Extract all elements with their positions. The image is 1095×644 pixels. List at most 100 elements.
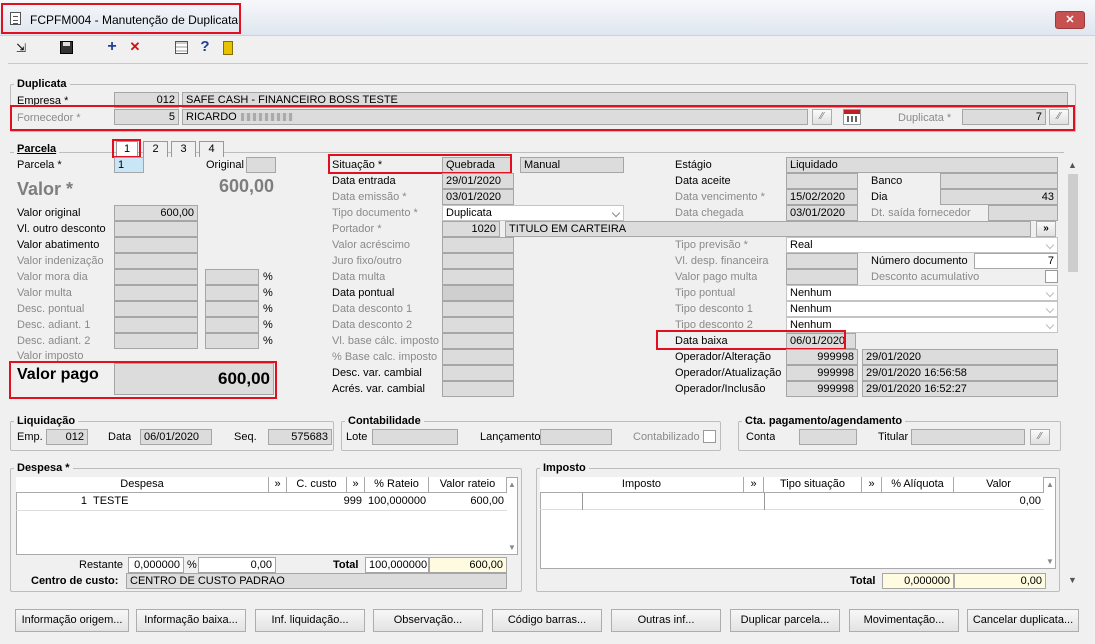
empresa-code-field[interactable]: 012 <box>114 92 179 108</box>
imposto-col-expand[interactable]: » <box>744 477 764 493</box>
tab-parcela-2[interactable]: 2 <box>143 141 168 157</box>
restante-field[interactable]: 0,000000 <box>128 557 184 573</box>
tab-parcela-3[interactable]: 3 <box>171 141 196 157</box>
despesa-col-expand[interactable]: » <box>269 477 287 493</box>
tab-parcela-4[interactable]: 4 <box>199 141 224 157</box>
tipo-documento-select[interactable]: Duplicata <box>442 205 624 221</box>
valor-multa-pct-field[interactable] <box>205 285 259 301</box>
banco-field[interactable] <box>940 173 1058 189</box>
valor-original-field[interactable]: 600,00 <box>114 205 198 221</box>
acres-var-cambial-field[interactable] <box>442 381 514 397</box>
portador-code-field[interactable]: 1020 <box>442 221 500 237</box>
scroll-thumb[interactable] <box>1068 174 1078 272</box>
desconto-acumulativo-checkbox[interactable] <box>1045 270 1058 283</box>
desc-adiant2-pct-field[interactable] <box>205 333 259 349</box>
desc-pontual-field[interactable] <box>114 301 198 317</box>
valor-indenizacao-field[interactable] <box>114 253 198 269</box>
op-atualizacao-user-field[interactable]: 999998 <box>786 365 858 381</box>
tipo-desconto2-select[interactable]: Nenhum <box>786 317 1058 333</box>
op-alteracao-user-field[interactable]: 999998 <box>786 349 858 365</box>
desc-var-cambial-field[interactable] <box>442 365 514 381</box>
despesa-total-valor[interactable]: 600,00 <box>429 557 507 573</box>
valor-mora-dia-field[interactable] <box>114 269 198 285</box>
op-alteracao-date-field[interactable]: 29/01/2020 <box>862 349 1058 365</box>
data-chegada-field[interactable]: 03/01/2020 <box>786 205 858 221</box>
portador-search-button[interactable]: » <box>1036 221 1056 237</box>
valor-pago-multa-field[interactable] <box>786 269 858 285</box>
tab-parcela-1[interactable]: 1 <box>116 141 138 157</box>
estagio-field[interactable]: Liquidado <box>786 157 1058 173</box>
table-row-num[interactable]: 1 <box>16 493 90 510</box>
parcela-number-field[interactable]: 1 <box>114 157 144 173</box>
despesa-scroll-up-icon[interactable]: ▲ <box>508 480 516 489</box>
data-entrada-field[interactable]: 29/01/2020 <box>442 173 514 189</box>
table-row-despesa[interactable]: TESTE <box>90 493 269 510</box>
pct-base-calc-field[interactable] <box>442 349 514 365</box>
observacao-button[interactable]: Observação... <box>373 609 483 632</box>
calendar-icon[interactable] <box>843 109 861 125</box>
empresa-name-field[interactable]: SAFE CASH - FINANCEIRO BOSS TESTE <box>182 92 1068 108</box>
data-emissao-field[interactable]: 03/01/2020 <box>442 189 514 205</box>
numero-documento-field[interactable]: 7 <box>974 253 1058 269</box>
juro-fixo-field[interactable] <box>442 253 514 269</box>
close-button[interactable]: ✕ <box>1055 11 1085 29</box>
liquidacao-data-field[interactable]: 06/01/2020 <box>140 429 212 445</box>
op-inclusao-date-field[interactable]: 29/01/2020 16:52:27 <box>862 381 1058 397</box>
valor-mora-dia-pct-field[interactable] <box>205 269 259 285</box>
tipo-previsao-select[interactable]: Real <box>786 237 1058 253</box>
valor-multa-field[interactable] <box>114 285 198 301</box>
cancel-icon[interactable]: ✕ <box>126 38 144 56</box>
codigo-barras-button[interactable]: Código barras... <box>492 609 602 632</box>
despesa-col-expand[interactable]: » <box>347 477 365 493</box>
portador-name-field[interactable]: TITULO EM CARTEIRA <box>505 221 1031 237</box>
despesa-total-rateio[interactable]: 100,000000 <box>365 557 429 573</box>
scroll-down-icon[interactable]: ▼ <box>1068 575 1077 585</box>
manual-field[interactable]: Manual <box>520 157 624 173</box>
data-baixa-field[interactable]: 06/01/2020 <box>786 333 856 349</box>
table-row-ccusto[interactable]: 999 <box>287 493 365 510</box>
imposto-col-valor[interactable]: Valor <box>954 477 1044 493</box>
add-icon[interactable]: + <box>103 38 121 56</box>
valor-pago-field[interactable]: 600,00 <box>114 363 274 395</box>
dia-field[interactable]: 43 <box>940 189 1058 205</box>
imposto-scroll-up-icon[interactable]: ▲ <box>1046 480 1054 489</box>
emp-field[interactable]: 012 <box>46 429 88 445</box>
imposto-col-expand[interactable]: » <box>862 477 882 493</box>
help-icon[interactable]: ? <box>196 38 214 56</box>
imposto-col-imposto[interactable]: Imposto <box>540 477 744 493</box>
contabilizado-checkbox[interactable] <box>703 430 716 443</box>
movimentacao-button[interactable]: Movimentação... <box>849 609 959 632</box>
informacao-origem-button[interactable]: Informação origem... <box>15 609 129 632</box>
despesa-scroll-down-icon[interactable]: ▼ <box>508 543 516 552</box>
tipo-desconto1-select[interactable]: Nenhum <box>786 301 1058 317</box>
op-inclusao-user-field[interactable]: 999998 <box>786 381 858 397</box>
fornecedor-code-field[interactable]: 5 <box>114 109 179 125</box>
duplicar-parcela-button[interactable]: Duplicar parcela... <box>730 609 840 632</box>
op-atualizacao-date-field[interactable]: 29/01/2020 16:56:58 <box>862 365 1058 381</box>
calculator-icon[interactable] <box>173 39 191 57</box>
desc-adiant1-pct-field[interactable] <box>205 317 259 333</box>
data-multa-field[interactable] <box>442 269 514 285</box>
seq-field[interactable]: 575683 <box>268 429 332 445</box>
exit-door-icon[interactable] <box>219 39 237 57</box>
outras-inf-button[interactable]: Outras inf... <box>611 609 721 632</box>
fornecedor-name-field[interactable]: RICARDO <box>182 109 808 125</box>
save-icon[interactable] <box>58 39 76 57</box>
imposto-row-valor[interactable]: 0,00 <box>954 493 1044 510</box>
desc-adiant2-field[interactable] <box>114 333 198 349</box>
fornecedor-search-button[interactable]: ⁄⁄ <box>812 109 832 125</box>
vl-desp-financeira-field[interactable] <box>786 253 858 269</box>
situacao-field[interactable]: Quebrada <box>442 157 512 173</box>
inf-liquidacao-button[interactable]: Inf. liquidação... <box>255 609 365 632</box>
tipo-pontual-select[interactable]: Nenhum <box>786 285 1058 301</box>
despesa-col-despesa[interactable]: Despesa <box>16 477 269 493</box>
desc-adiant1-field[interactable] <box>114 317 198 333</box>
vl-outro-desconto-field[interactable] <box>114 221 198 237</box>
despesa-col-ccusto[interactable]: C. custo <box>287 477 347 493</box>
imposto-scroll-down-icon[interactable]: ▼ <box>1046 557 1054 566</box>
table-row-valor[interactable]: 600,00 <box>429 493 507 510</box>
conta-field[interactable] <box>799 429 857 445</box>
cancelar-duplicata-button[interactable]: Cancelar duplicata... <box>967 609 1079 632</box>
table-row-rateio[interactable]: 100,000000 <box>365 493 429 510</box>
titular-field[interactable] <box>911 429 1025 445</box>
